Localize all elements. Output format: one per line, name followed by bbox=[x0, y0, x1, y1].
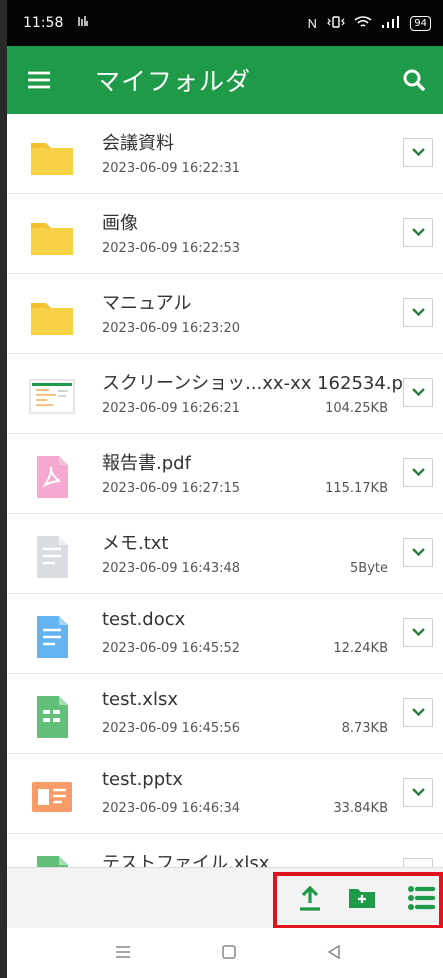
new-folder-button[interactable] bbox=[345, 881, 379, 915]
item-options-button[interactable] bbox=[403, 778, 433, 807]
list-item-file[interactable]: test.docx 2023-06-09 16:45:52 12.24KB bbox=[7, 594, 443, 674]
battery-indicator: 94 bbox=[410, 15, 431, 31]
file-size: 12.24KB bbox=[333, 641, 388, 656]
window-edge bbox=[0, 0, 7, 978]
file-date: 2023-06-09 16:45:52 bbox=[102, 641, 241, 656]
file-date: 2023-06-09 16:46:34 bbox=[102, 801, 241, 816]
page-title: マイフォルダ bbox=[95, 67, 252, 96]
file-date: 2023-06-09 16:43:48 bbox=[102, 561, 241, 576]
list-item-file[interactable]: テストファイル.xlsx bbox=[7, 834, 443, 867]
file-name: test.xlsx bbox=[102, 689, 178, 710]
app-header: マイフォルダ bbox=[7, 46, 443, 114]
back-button[interactable] bbox=[319, 940, 349, 964]
chevron-down-icon bbox=[411, 548, 425, 557]
chevron-down-icon bbox=[411, 628, 425, 637]
app-screen: 11:58 Ｎ 94 マイフォルダ 会議資料 2023-06-09 16:22:… bbox=[0, 0, 443, 978]
chevron-down-icon bbox=[411, 468, 425, 477]
folder-icon bbox=[28, 293, 76, 341]
item-options-button[interactable] bbox=[403, 458, 433, 487]
notification-icon bbox=[77, 15, 89, 32]
file-name: スクリーンショッ...xx-xx 162534.png bbox=[102, 373, 407, 394]
system-navigation-bar bbox=[7, 928, 443, 978]
file-name: マニュアル bbox=[102, 293, 192, 314]
search-button[interactable] bbox=[385, 46, 443, 114]
upload-button[interactable] bbox=[293, 881, 327, 915]
menu-lines-icon bbox=[116, 946, 130, 958]
list-item-file[interactable]: test.pptx 2023-06-09 16:46:34 33.84KB bbox=[7, 754, 443, 834]
file-size: 33.84KB bbox=[333, 801, 388, 816]
file-date: 2023-06-09 16:27:15 bbox=[102, 481, 241, 496]
home-square-icon bbox=[222, 945, 236, 959]
bottom-toolbar bbox=[7, 867, 443, 929]
list-item-file[interactable]: test.xlsx 2023-06-09 16:45:56 8.73KB bbox=[7, 674, 443, 754]
chevron-down-icon bbox=[411, 148, 425, 157]
file-date: 2023-06-09 16:26:21 bbox=[102, 401, 241, 416]
search-icon bbox=[403, 69, 425, 91]
list-item-file[interactable]: スクリーンショッ...xx-xx 162534.png 2023-06-09 1… bbox=[7, 354, 443, 434]
chevron-down-icon bbox=[411, 228, 425, 237]
hamburger-menu-icon bbox=[28, 71, 50, 89]
chevron-down-icon bbox=[411, 788, 425, 797]
item-options-button[interactable] bbox=[403, 138, 433, 167]
folder-icon bbox=[28, 213, 76, 261]
file-date: 2023-06-09 16:22:53 bbox=[102, 241, 241, 256]
file-name: 画像 bbox=[102, 213, 138, 234]
excel-file-icon bbox=[28, 853, 76, 867]
chevron-down-icon bbox=[411, 308, 425, 317]
vibrate-icon bbox=[327, 15, 346, 32]
file-name: メモ.txt bbox=[102, 533, 169, 554]
list-view-button[interactable] bbox=[404, 881, 438, 915]
file-name: test.docx bbox=[102, 609, 186, 630]
text-file-icon bbox=[28, 533, 76, 581]
back-triangle-icon bbox=[327, 944, 340, 960]
chevron-down-icon bbox=[411, 708, 425, 717]
item-options-button[interactable] bbox=[403, 618, 433, 647]
chevron-down-icon bbox=[411, 388, 425, 397]
pdf-file-icon bbox=[28, 453, 76, 501]
item-options-button[interactable] bbox=[403, 538, 433, 567]
item-options-button[interactable] bbox=[403, 378, 433, 407]
file-size: 5Byte bbox=[350, 561, 388, 576]
excel-file-icon bbox=[28, 693, 76, 741]
file-date: 2023-06-09 16:22:31 bbox=[102, 161, 241, 176]
file-list: 会議資料 2023-06-09 16:22:31 画像 2023-06-09 1… bbox=[7, 114, 443, 867]
item-options-button[interactable] bbox=[403, 858, 433, 867]
list-view-icon bbox=[408, 886, 435, 910]
list-item-folder[interactable]: マニュアル 2023-06-09 16:23:20 bbox=[7, 274, 443, 354]
item-options-button[interactable] bbox=[403, 698, 433, 727]
list-item-folder[interactable]: 画像 2023-06-09 16:22:53 bbox=[7, 194, 443, 274]
recent-apps-button[interactable] bbox=[108, 940, 138, 964]
list-item-folder[interactable]: 会議資料 2023-06-09 16:22:31 bbox=[7, 114, 443, 194]
status-time: 11:58 bbox=[23, 15, 64, 31]
file-size: 104.25KB bbox=[325, 401, 388, 416]
add-folder-icon bbox=[349, 889, 375, 908]
signal-icon bbox=[381, 15, 401, 32]
item-options-button[interactable] bbox=[403, 298, 433, 327]
list-item-file[interactable]: メモ.txt 2023-06-09 16:43:48 5Byte bbox=[7, 514, 443, 594]
list-item-file[interactable]: 報告書.pdf 2023-06-09 16:27:15 115.17KB bbox=[7, 434, 443, 514]
hamburger-menu-button[interactable] bbox=[7, 46, 71, 114]
file-name: 会議資料 bbox=[102, 133, 174, 154]
folder-icon bbox=[28, 133, 76, 181]
upload-icon bbox=[300, 885, 320, 911]
file-name: 報告書.pdf bbox=[102, 453, 191, 474]
home-button[interactable] bbox=[214, 940, 244, 964]
image-thumbnail-icon bbox=[28, 373, 76, 421]
file-size: 8.73KB bbox=[341, 721, 388, 736]
file-name: テストファイル.xlsx bbox=[102, 853, 270, 867]
powerpoint-file-icon bbox=[28, 773, 76, 821]
word-file-icon bbox=[28, 613, 76, 661]
file-date: 2023-06-09 16:45:56 bbox=[102, 721, 241, 736]
item-options-button[interactable] bbox=[403, 218, 433, 247]
wifi-icon bbox=[354, 15, 372, 32]
file-size: 115.17KB bbox=[325, 481, 388, 496]
status-bar: 11:58 Ｎ 94 bbox=[7, 0, 443, 46]
nfc-icon: Ｎ bbox=[306, 16, 319, 31]
file-name: test.pptx bbox=[102, 769, 183, 790]
file-date: 2023-06-09 16:23:20 bbox=[102, 321, 241, 336]
